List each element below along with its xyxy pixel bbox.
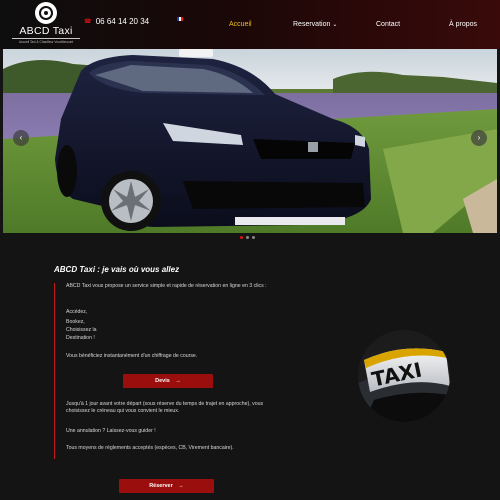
nav-reservation[interactable]: Reservation ⌄ <box>293 21 337 28</box>
reserver-label: Réserver <box>149 483 173 489</box>
taxi-sign-image: TAXI <box>354 330 454 422</box>
arrow-right-icon: → <box>175 378 181 384</box>
phone-link[interactable]: ☎ 06 64 14 20 34 <box>84 17 149 26</box>
phone-number: 06 64 14 20 34 <box>95 17 150 26</box>
chevron-down-icon: ⌄ <box>332 22 338 28</box>
arrow-right-icon: → <box>178 483 184 489</box>
payment-text: Tous moyens de règlements acceptés (espè… <box>66 445 234 451</box>
french-flag-icon[interactable] <box>177 17 183 21</box>
logo-tagline: Accueil Taxi & Chauffeur Vouvillecount <box>18 40 74 44</box>
chevron-left-icon: ‹ <box>19 133 23 142</box>
nav-reservation-label: Reservation <box>293 21 331 28</box>
site-logo[interactable]: ABCD Taxi Accueil Taxi & Chauffeur Vouvi… <box>6 2 80 46</box>
devis-button[interactable]: Devis → <box>123 374 213 388</box>
carousel-dot-3[interactable] <box>252 236 255 239</box>
site-header: ABCD Taxi Accueil Taxi & Chauffeur Vouvi… <box>0 0 500 49</box>
hero-image-taxi-car <box>3 49 497 233</box>
nav-contact[interactable]: Contact <box>376 21 400 28</box>
logo-divider <box>12 38 80 39</box>
chevron-right-icon: › <box>477 133 481 142</box>
logo-name: ABCD Taxi <box>19 25 73 37</box>
carousel-dot-2[interactable] <box>246 236 249 239</box>
reserver-button[interactable]: Réserver → <box>119 479 214 493</box>
intro-text: ABCD Taxi vous propose un service simple… <box>66 283 267 289</box>
nav-a-propos[interactable]: À propos <box>449 21 477 28</box>
step-2: Bookez, <box>66 319 85 325</box>
devis-label: Devis <box>155 378 170 384</box>
step-3: Choisissez la <box>66 327 97 333</box>
cancel-text: Une annulation ? Laissez-vous guider ! <box>66 428 156 434</box>
phone-icon: ☎ <box>84 19 92 25</box>
section-title: ABCD Taxi : je vais où vous allez <box>54 265 180 274</box>
hero-carousel: ‹ › <box>3 49 497 233</box>
quote-text: Vous bénéficiez instantanément d'un chif… <box>66 353 198 359</box>
service-description: ABCD Taxi vous propose un service simple… <box>54 283 294 459</box>
reservation-text: Jusqu'à 1 jour avant votre départ (sous … <box>66 401 264 415</box>
carousel-pagination <box>240 236 255 239</box>
step-1: Accédez, <box>66 309 88 315</box>
nav-accueil[interactable]: Accueil <box>229 21 252 28</box>
carousel-dot-1[interactable] <box>240 236 243 239</box>
carousel-prev-button[interactable]: ‹ <box>13 130 29 146</box>
carousel-next-button[interactable]: › <box>471 130 487 146</box>
step-4: Destination ! <box>66 335 95 341</box>
steering-wheel-icon <box>35 2 57 24</box>
